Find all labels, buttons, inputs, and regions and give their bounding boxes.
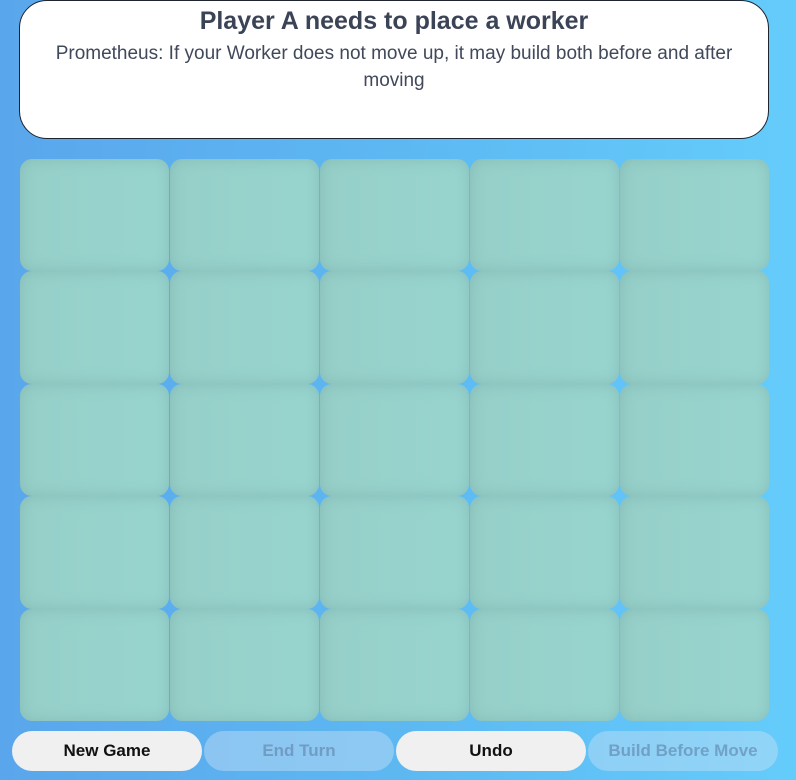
- board-cell-2-4[interactable]: [620, 383, 769, 497]
- board-cell-3-1[interactable]: [170, 496, 319, 609]
- board-cell-3-3[interactable]: [470, 496, 619, 609]
- build-before-move-button[interactable]: Build Before Move: [588, 731, 778, 771]
- board-cell-0-2[interactable]: [320, 159, 469, 272]
- board-cell-2-2[interactable]: [320, 383, 469, 497]
- status-panel: Player A needs to place a worker Prometh…: [19, 0, 769, 139]
- board-cell-1-2[interactable]: [320, 271, 469, 384]
- board-cell-0-0[interactable]: [20, 159, 169, 272]
- undo-button[interactable]: Undo: [396, 731, 586, 771]
- board-cell-4-2[interactable]: [320, 608, 469, 721]
- board-cell-0-1[interactable]: [170, 159, 319, 272]
- board-cell-1-0[interactable]: [20, 271, 169, 384]
- god-power-description: Prometheus: If your Worker does not move…: [55, 43, 733, 91]
- new-game-button[interactable]: New Game: [12, 731, 202, 771]
- board-cell-2-0[interactable]: [20, 383, 169, 497]
- board-cell-4-1[interactable]: [170, 608, 319, 721]
- board-cell-2-3[interactable]: [470, 383, 619, 497]
- board-cell-4-4[interactable]: [620, 608, 769, 721]
- board-cell-0-4[interactable]: [620, 159, 769, 272]
- board-cell-4-3[interactable]: [470, 608, 619, 721]
- board-cell-4-0[interactable]: [20, 608, 169, 721]
- board-cell-3-2[interactable]: [320, 496, 469, 609]
- end-turn-button[interactable]: End Turn: [204, 731, 394, 771]
- board-cell-3-0[interactable]: [20, 496, 169, 609]
- board-cell-0-3[interactable]: [470, 159, 619, 272]
- board-cell-2-1[interactable]: [170, 383, 319, 497]
- board-cell-1-4[interactable]: [620, 271, 769, 384]
- control-bar: New Game End Turn Undo Build Before Move: [11, 731, 779, 771]
- board-cell-1-3[interactable]: [470, 271, 619, 384]
- board-cell-1-1[interactable]: [170, 271, 319, 384]
- game-board: [20, 159, 770, 721]
- turn-status-title: Player A needs to place a worker: [199, 7, 589, 35]
- board-cell-3-4[interactable]: [620, 496, 769, 609]
